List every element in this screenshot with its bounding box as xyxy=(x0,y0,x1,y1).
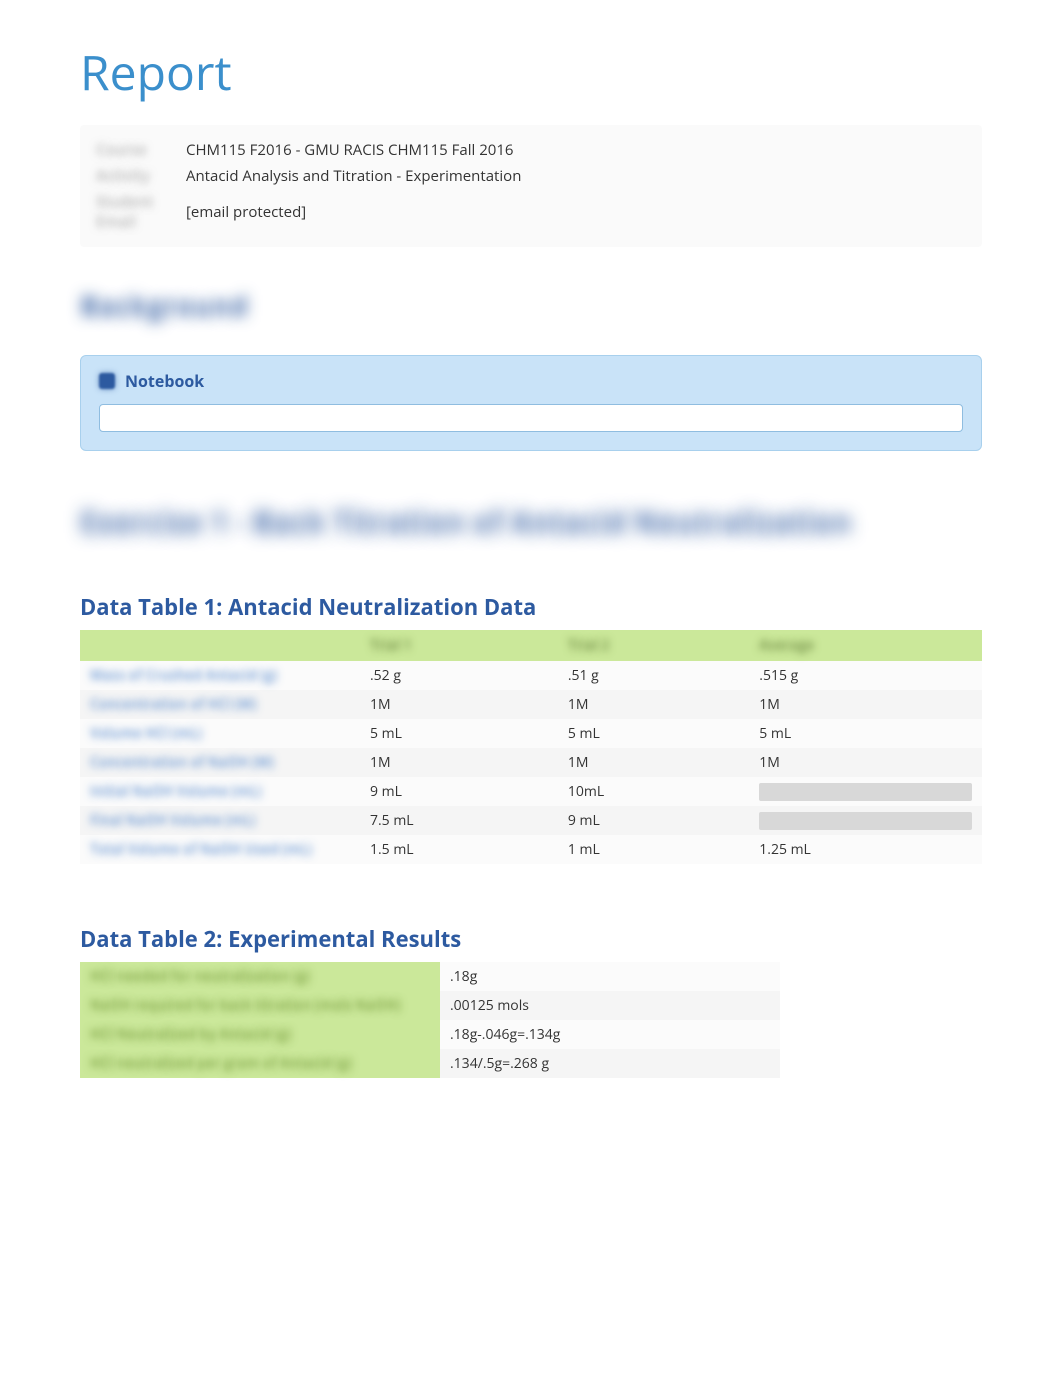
table-row: Mass of Crushed Antacid (g) .52 g.51 g.51… xyxy=(80,661,982,690)
cell-average: 5 mL xyxy=(749,719,982,748)
cell-trial2: 1 mL xyxy=(558,835,749,864)
row-label: Final NaOH Volume (mL) xyxy=(90,811,255,830)
notebook-icon xyxy=(99,373,115,389)
cell-value: .00125 mols xyxy=(440,991,780,1020)
notebook-card: Notebook xyxy=(80,355,982,451)
cell-value: .18g-.046g=.134g xyxy=(440,1020,780,1049)
table1-header-row: Trial 1 Trial 2 Average xyxy=(80,630,982,661)
row-label: Concentration of NaOH (M) xyxy=(90,753,274,772)
data-table-2: HCl needed for neutralization (g) .18g NaO… xyxy=(80,962,780,1078)
table1-header-0 xyxy=(80,630,360,661)
meta-row-activity: Activity Antacid Analysis and Titration … xyxy=(96,163,966,189)
table1-title: Data Table 1: Antacid Neutralization Dat… xyxy=(80,592,982,622)
table-row: Concentration of HCl (M)1M1M1M xyxy=(80,690,982,719)
row-label: Volume HCl (mL) xyxy=(90,724,202,743)
cell-trial2: 1M xyxy=(558,690,749,719)
row-label: HCl Neutralized by Antacid (g) xyxy=(90,1025,291,1044)
table-row: Initial NaOH Volume (mL) 9 mL10mL xyxy=(80,777,982,806)
cell-trial2: .51 g xyxy=(558,661,749,690)
cell-trial1: 1.5 mL xyxy=(360,835,558,864)
cell-trial1: 5 mL xyxy=(360,719,558,748)
table-row: Volume HCl (mL)5 mL5 mL5 mL xyxy=(80,719,982,748)
table-row: HCl neutralized per gram of Antacid (g).… xyxy=(80,1049,780,1078)
cell-value: .18g xyxy=(440,962,780,991)
meta-label-course: Course xyxy=(96,140,186,160)
cell-value: .134/.5g=.268 g xyxy=(440,1049,780,1078)
cell-average xyxy=(749,777,982,806)
row-label: NaOH required for back titration (mols N… xyxy=(90,996,401,1015)
row-label: Total Volume of NaOH Used (mL) xyxy=(90,840,312,859)
notebook-header: Notebook xyxy=(99,370,963,392)
background-heading: Background xyxy=(80,287,982,325)
cell-trial2: 10mL xyxy=(558,777,749,806)
row-label: HCl neutralized per gram of Antacid (g) xyxy=(90,1054,352,1073)
table-row: HCl Neutralized by Antacid (g) .18g-.046g… xyxy=(80,1020,780,1049)
cell-average: 1M xyxy=(749,748,982,777)
cell-trial2: 9 mL xyxy=(558,806,749,835)
cell-trial2: 5 mL xyxy=(558,719,749,748)
table-row: NaOH required for back titration (mols N… xyxy=(80,991,780,1020)
cell-trial2: 1M xyxy=(558,748,749,777)
table-row: Final NaOH Volume (mL) 7.5 mL9 mL xyxy=(80,806,982,835)
empty-grey-cell xyxy=(759,783,972,801)
notebook-input[interactable] xyxy=(99,404,963,432)
table-row: HCl needed for neutralization (g) .18g xyxy=(80,962,780,991)
cell-average: .515 g xyxy=(749,661,982,690)
table1-header-3: Average xyxy=(749,630,982,661)
table1-header-1: Trial 1 xyxy=(360,630,558,661)
cell-trial1: .52 g xyxy=(360,661,558,690)
meta-row-course: Course CHM115 F2016 - GMU RACIS CHM115 F… xyxy=(96,137,966,163)
meta-value-course: CHM115 F2016 - GMU RACIS CHM115 Fall 201… xyxy=(186,140,514,160)
table1-header-2: Trial 2 xyxy=(558,630,749,661)
cell-trial1: 9 mL xyxy=(360,777,558,806)
row-label: Initial NaOH Volume (mL) xyxy=(90,782,261,801)
meta-value-activity: Antacid Analysis and Titration - Experim… xyxy=(186,166,521,186)
cell-average xyxy=(749,806,982,835)
table-row: Total Volume of NaOH Used (mL) 1.5 mL1 mL… xyxy=(80,835,982,864)
cell-average: 1.25 mL xyxy=(749,835,982,864)
row-label: HCl needed for neutralization (g) xyxy=(90,967,310,986)
table-row: Concentration of NaOH (M)1M1M1M xyxy=(80,748,982,777)
meta-label-activity: Activity xyxy=(96,166,186,186)
row-label: Mass of Crushed Antacid (g) xyxy=(90,666,277,685)
row-label: Concentration of HCl (M) xyxy=(90,695,256,714)
data-table-1: Trial 1 Trial 2 Average Mass of Crushed … xyxy=(80,630,982,864)
table2-title: Data Table 2: Experimental Results xyxy=(80,924,982,954)
cell-average: 1M xyxy=(749,690,982,719)
meta-label-email: Student Email xyxy=(96,192,186,232)
cell-trial1: 1M xyxy=(360,690,558,719)
notebook-title: Notebook xyxy=(125,370,204,392)
cell-trial1: 1M xyxy=(360,748,558,777)
exercise-heading: Exercise 1 - Back Titration of Antacid N… xyxy=(80,501,982,542)
meta-value-email: [email protected] xyxy=(186,202,306,222)
meta-row-email: Student Email [email protected] xyxy=(96,189,966,235)
cell-trial1: 7.5 mL xyxy=(360,806,558,835)
page-title: Report xyxy=(80,40,982,105)
meta-block: Course CHM115 F2016 - GMU RACIS CHM115 F… xyxy=(80,125,982,247)
empty-grey-cell xyxy=(759,812,972,830)
